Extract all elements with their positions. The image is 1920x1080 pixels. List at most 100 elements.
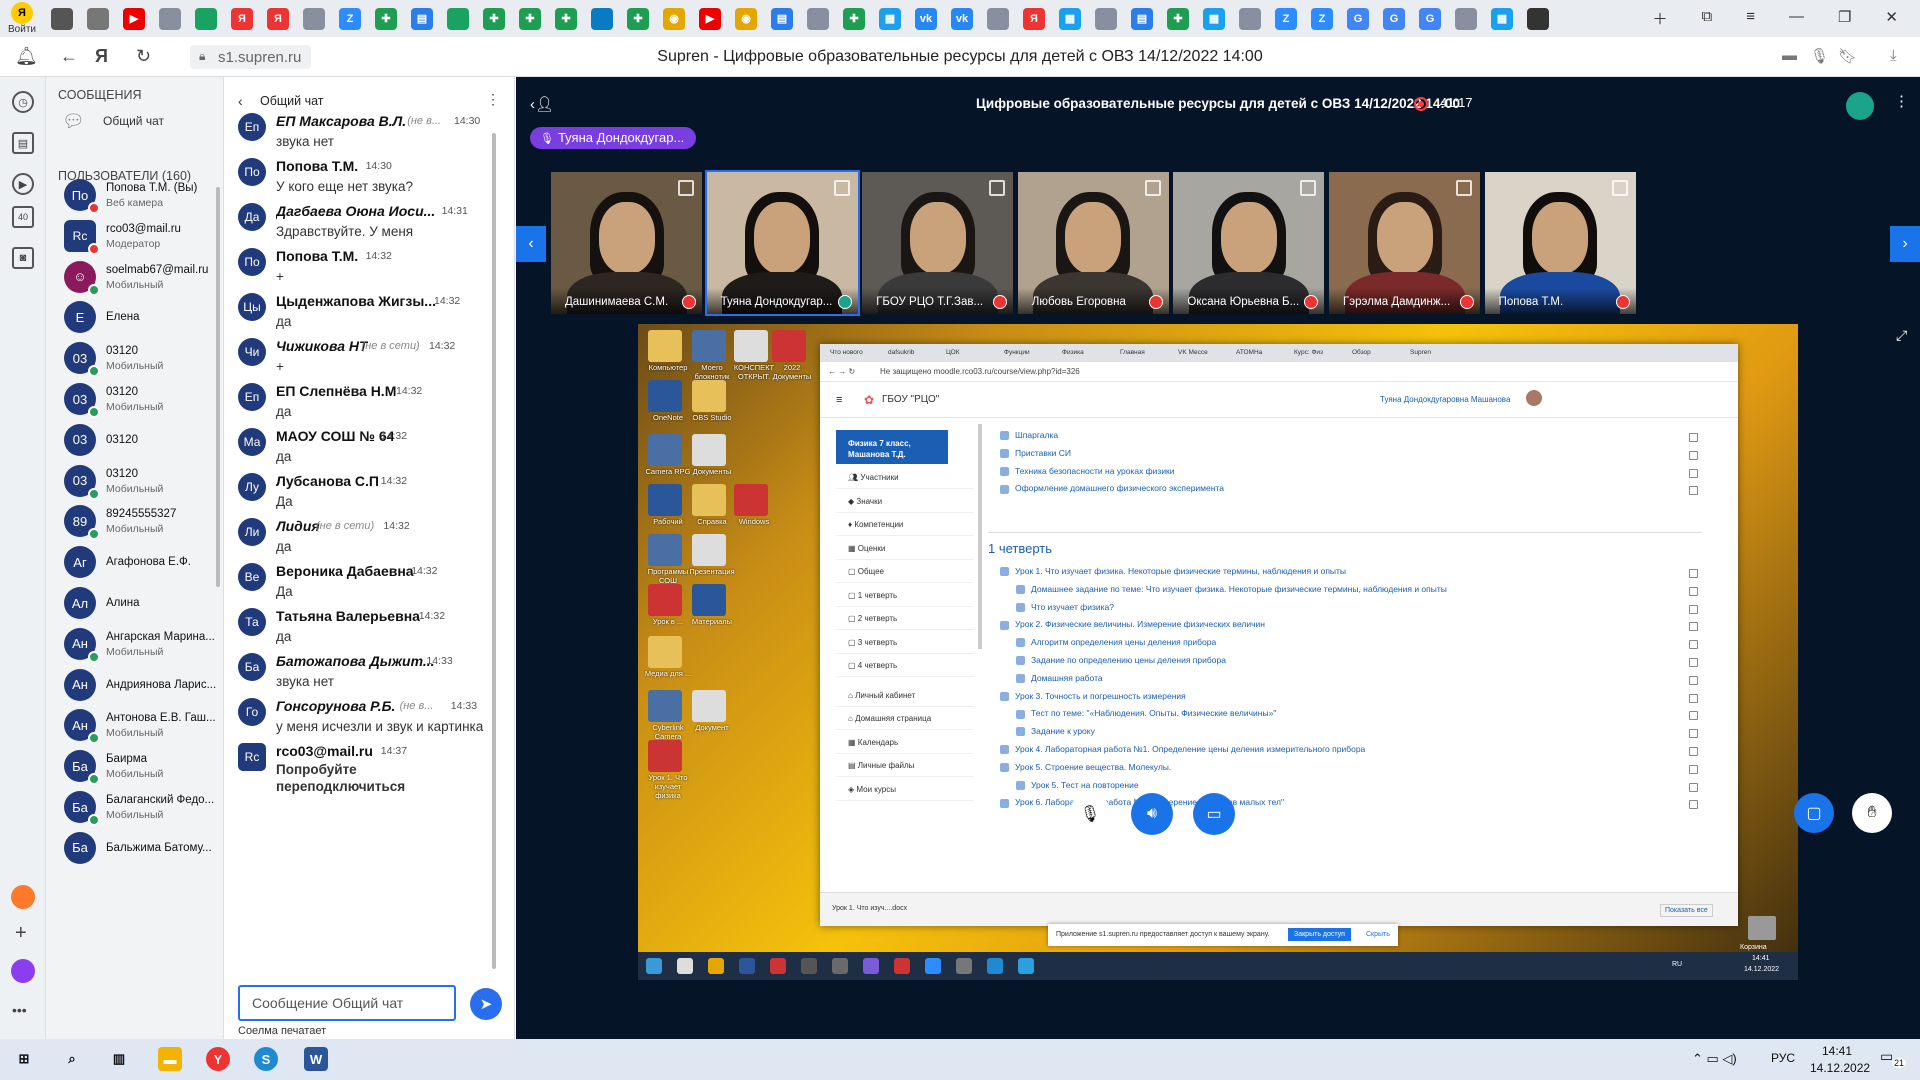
browser-tab[interactable] <box>303 7 325 30</box>
close-icon[interactable]: ✕ <box>1885 8 1898 29</box>
speaker-button[interactable]: 🔊︎ <box>1131 793 1173 835</box>
browser-tab[interactable] <box>159 7 181 30</box>
word-icon[interactable]: W <box>304 1047 328 1071</box>
browser-tab[interactable]: ▤ <box>771 7 793 30</box>
browser-tab[interactable]: Я <box>1023 7 1045 30</box>
browser-tab[interactable] <box>591 7 613 30</box>
file-explorer-icon[interactable]: ▬ <box>158 1047 182 1071</box>
browser-tab[interactable]: ◉ <box>663 7 685 30</box>
browser-tab[interactable]: Я <box>267 7 289 30</box>
browser-tab[interactable]: vk <box>951 7 973 30</box>
browser-tab[interactable]: ▦ <box>1203 7 1225 30</box>
browser-tab[interactable]: G <box>1347 7 1369 30</box>
video-tile[interactable]: Любовь Егоровна <box>1017 172 1169 314</box>
app-icon[interactable] <box>11 885 35 909</box>
video-tile[interactable]: Туяна Дондокдугар... <box>704 170 860 316</box>
login-button[interactable]: Я Войти <box>0 0 44 37</box>
browser-tab[interactable]: ✚ <box>519 7 541 30</box>
video-tile[interactable]: Оксана Юрьевна Б... <box>1173 172 1325 314</box>
browser-tab[interactable] <box>807 7 829 30</box>
browser-tab[interactable]: ▦ <box>1491 7 1513 30</box>
screen-share-button[interactable]: ▢ <box>1794 793 1834 833</box>
general-chat-link[interactable]: 💬︎ Общий чат <box>46 103 223 137</box>
add-icon[interactable]: + <box>15 922 27 945</box>
users-scrollbar[interactable] <box>216 187 220 587</box>
browser-tab[interactable] <box>1239 7 1261 30</box>
browser-tab[interactable]: G <box>1419 7 1441 30</box>
browser-tab[interactable] <box>51 7 73 30</box>
microphone-mute-button[interactable]: 🎙︎ <box>1069 793 1111 835</box>
browser-tab[interactable]: ◉ <box>735 7 757 30</box>
screenshot-icon[interactable]: ◙ <box>12 247 34 269</box>
fullscreen-icon[interactable] <box>1144 180 1161 196</box>
browser-tab[interactable]: ✚ <box>555 7 577 30</box>
fullscreen-icon[interactable] <box>1611 180 1628 196</box>
play-icon[interactable]: ▶ <box>12 173 34 195</box>
browser-tab[interactable]: ✚ <box>375 7 397 30</box>
browser-tab[interactable]: ▤ <box>411 7 433 30</box>
camera-icon[interactable]: ▬ <box>1782 47 1797 64</box>
raise-hand-button[interactable]: ✋︎ <box>1852 793 1892 833</box>
fullscreen-icon[interactable] <box>989 180 1006 196</box>
next-tiles-button[interactable]: › <box>1890 226 1920 262</box>
browser-tab[interactable]: ✚ <box>1167 7 1189 30</box>
yandex-browser-icon[interactable]: Y <box>206 1047 230 1071</box>
fullscreen-icon[interactable] <box>833 180 850 196</box>
menu-icon[interactable]: ≡ <box>1746 8 1755 29</box>
more-vertical-icon[interactable]: ⋮ <box>1894 92 1909 110</box>
clock-date[interactable]: 14.12.2022 <box>1810 1061 1870 1075</box>
minimize-icon[interactable]: — <box>1789 8 1804 29</box>
fullscreen-icon[interactable]: ⤢ <box>1896 327 1907 344</box>
browser-tab[interactable]: ✚ <box>627 7 649 30</box>
fullscreen-icon[interactable] <box>1300 180 1317 196</box>
video-tile[interactable]: Дашинимаева С.М. <box>551 172 702 314</box>
browser-tab[interactable]: ▦ <box>1059 7 1081 30</box>
browser-tab[interactable]: Z <box>1275 7 1297 30</box>
browser-tab[interactable] <box>87 7 109 30</box>
maximize-icon[interactable]: ❐ <box>1838 8 1851 29</box>
browser-tab[interactable]: Z <box>339 7 361 30</box>
download-icon[interactable]: ⤓ <box>1890 47 1897 64</box>
bookmark-icon[interactable]: 🔖︎ <box>1838 47 1857 65</box>
tray-icons[interactable]: ⌃ ▭ ◁) <box>1692 1051 1737 1067</box>
history-icon[interactable]: ◷ <box>12 91 34 113</box>
video-tile[interactable]: Попова Т.М. <box>1484 172 1636 314</box>
search-icon[interactable]: ⌕ <box>60 1047 84 1071</box>
notifications-icon[interactable]: ▭ 21 <box>1880 1048 1907 1072</box>
user-row[interactable]: Ба Бальжима Батому... <box>46 824 223 874</box>
send-button[interactable]: ➤ <box>470 988 502 1020</box>
windows-start-icon[interactable]: ⊞ <box>12 1047 36 1071</box>
collections-icon[interactable]: ▤ <box>12 132 34 154</box>
browser-tab[interactable] <box>195 7 217 30</box>
skype-icon[interactable]: S <box>254 1047 278 1071</box>
video-tile[interactable]: ГБОУ РЦО Т.Г.Зав... <box>862 172 1014 314</box>
clock-time[interactable]: 14:41 <box>1822 1044 1852 1058</box>
browser-tab[interactable] <box>447 7 469 30</box>
fullscreen-icon[interactable] <box>1456 180 1472 196</box>
browser-tab[interactable] <box>1455 7 1477 30</box>
browser-tab[interactable]: ✚ <box>483 7 505 30</box>
browser-tab[interactable]: ▶ <box>699 7 721 30</box>
browser-tab[interactable]: Я <box>231 7 253 30</box>
browser-tab[interactable]: ✚ <box>843 7 865 30</box>
browser-tab[interactable]: G <box>1383 7 1405 30</box>
alice-icon[interactable] <box>11 959 35 983</box>
task-view-icon[interactable]: ▥ <box>107 1047 131 1071</box>
browser-tab[interactable]: Z <box>1311 7 1333 30</box>
more-icon[interactable]: ••• <box>12 1002 27 1018</box>
browser-tab[interactable] <box>1095 7 1117 30</box>
browser-tab[interactable]: ▤ <box>1131 7 1153 30</box>
camera-button[interactable]: ▭ <box>1193 793 1235 835</box>
browser-tab[interactable]: ▶ <box>123 7 145 30</box>
browser-tab[interactable] <box>1527 7 1549 30</box>
browser-tab[interactable] <box>987 7 1009 30</box>
prev-tiles-button[interactable]: ‹ <box>516 226 546 262</box>
new-tab-icon[interactable]: ＋ <box>1652 8 1667 29</box>
zoom-level-icon[interactable]: 40 <box>12 206 34 228</box>
browser-tab[interactable]: vk <box>915 7 937 30</box>
fullscreen-icon[interactable] <box>678 180 694 196</box>
video-tile[interactable]: Гэрэлма Дамдинж... <box>1329 172 1480 314</box>
browser-tab[interactable]: ▦ <box>879 7 901 30</box>
microphone-icon[interactable]: 🎙︎ <box>1810 47 1829 65</box>
chat-message-input[interactable]: Сообщение Общий чат <box>238 985 456 1021</box>
